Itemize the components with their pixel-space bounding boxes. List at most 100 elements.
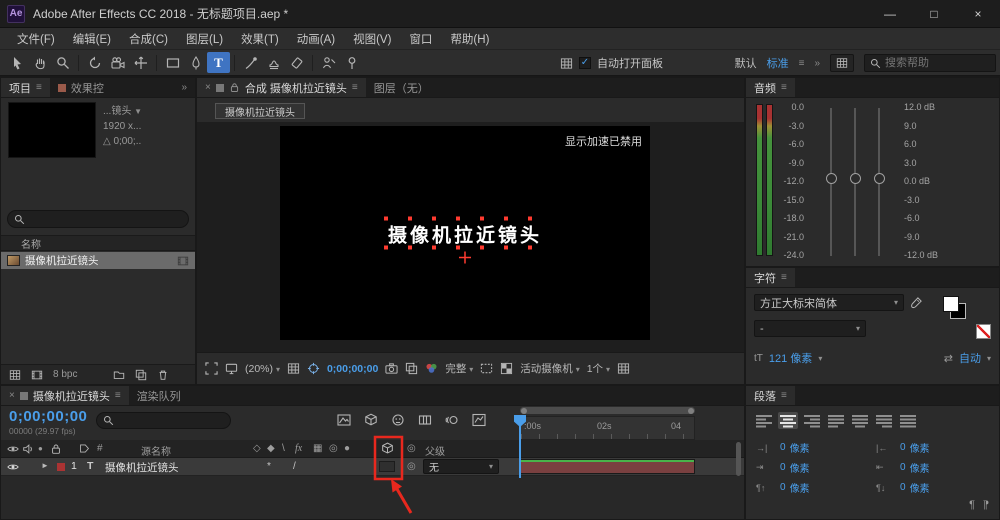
current-time-indicator-line[interactable] xyxy=(519,426,521,478)
region-of-interest-icon[interactable] xyxy=(480,362,493,375)
align-center-button[interactable] xyxy=(778,412,798,429)
tab-overflow[interactable]: » xyxy=(173,78,195,97)
tab-character[interactable]: 字符 ≡ xyxy=(746,268,795,287)
maximize-button[interactable]: □ xyxy=(912,0,956,28)
menu-edit[interactable]: 编辑(E) xyxy=(64,31,120,47)
justify-last-left-button[interactable] xyxy=(826,412,846,429)
zoom-level-dropdown[interactable]: (20%) ▾ xyxy=(245,363,280,375)
close-button[interactable]: × xyxy=(956,0,1000,28)
label-column-icon[interactable] xyxy=(79,443,90,454)
footage-preview-thumbnail[interactable] xyxy=(8,102,96,158)
eyedropper-icon[interactable] xyxy=(910,296,923,309)
panel-menu-icon[interactable]: ≡ xyxy=(352,82,358,93)
left-gain-knob[interactable] xyxy=(826,173,837,184)
layer-parent-pickwhip-icon[interactable]: ◎ xyxy=(407,461,416,472)
view-layout-dropdown[interactable]: 1个 ▾ xyxy=(587,361,610,376)
zoom-tool[interactable] xyxy=(51,52,74,73)
panel-menu-icon[interactable]: ≡ xyxy=(36,82,42,93)
puppet-pin-tool[interactable] xyxy=(340,52,363,73)
layer-duration-bar[interactable] xyxy=(520,459,695,474)
frame-blending-icon[interactable] xyxy=(418,413,432,427)
panel-menu-icon[interactable]: ≡ xyxy=(781,390,787,401)
first-line-indent-field[interactable]: ⇥ 0 像素 xyxy=(756,460,810,475)
eraser-tool[interactable] xyxy=(285,52,308,73)
parent-column-label[interactable]: 父级 xyxy=(425,443,445,458)
collapse-switch-icon[interactable]: ◆ xyxy=(267,443,275,454)
tab-render-queue[interactable]: 渲染队列 xyxy=(129,386,189,405)
layer-fx-switch[interactable]: / xyxy=(293,461,296,472)
close-tab-icon[interactable]: × xyxy=(9,390,15,401)
workspace-standard[interactable]: 标准 xyxy=(767,55,789,71)
project-search-input[interactable] xyxy=(29,211,182,227)
close-tab-icon[interactable]: × xyxy=(205,82,211,93)
fx-switch-icon[interactable]: fx xyxy=(295,443,302,454)
fill-color-swatch[interactable] xyxy=(943,296,959,312)
menu-view[interactable]: 视图(V) xyxy=(344,31,400,47)
indent-left-field[interactable]: →| 0 像素 xyxy=(756,440,810,455)
camera-tool[interactable] xyxy=(106,52,129,73)
layer-eye-icon[interactable] xyxy=(7,461,19,473)
no-stroke-swatch[interactable] xyxy=(976,324,991,339)
adjustment-switch-icon[interactable]: ● xyxy=(344,443,350,454)
comp-timecode[interactable]: 0;00;00;00 xyxy=(327,363,378,375)
current-timecode[interactable]: 0;00;00;00 xyxy=(9,408,87,425)
workspace-overflow-icon[interactable]: » xyxy=(814,58,820,69)
auto-open-checkbox[interactable]: ✓ xyxy=(579,57,591,69)
lock-icon[interactable] xyxy=(229,82,240,93)
caret-down-icon[interactable]: ▾ xyxy=(818,354,822,363)
quality-switch-icon[interactable]: \ xyxy=(282,443,285,454)
channels-icon[interactable] xyxy=(425,362,438,375)
transparency-grid-icon[interactable] xyxy=(500,362,513,375)
composition-viewer[interactable]: 显示加速已禁用 摄像机拉近镜头 xyxy=(197,122,744,352)
last-line-indent-field[interactable]: ⇤ 0 像素 xyxy=(876,460,930,475)
layer-quality-switch[interactable]: * xyxy=(267,461,271,472)
draft-3d-icon[interactable] xyxy=(364,413,378,427)
new-composition-icon[interactable] xyxy=(135,369,147,381)
menu-effect[interactable]: 效果(T) xyxy=(232,31,288,47)
3d-layer-column-icon[interactable] xyxy=(381,442,394,455)
text-selection-handles-bottom[interactable] xyxy=(383,245,547,250)
layer-expand-arrow[interactable]: ► xyxy=(41,461,49,470)
snapshot-icon[interactable] xyxy=(385,362,398,375)
help-search-input[interactable] xyxy=(885,57,990,69)
justify-last-center-button[interactable] xyxy=(850,412,870,429)
camera-view-dropdown[interactable]: 活动摄像机 ▾ xyxy=(520,361,579,376)
pen-tool[interactable] xyxy=(184,52,207,73)
time-ruler[interactable]: :00s 02s 04 xyxy=(520,416,695,440)
shape-tool[interactable] xyxy=(161,52,184,73)
frame-blend-switch-icon[interactable]: ▦ xyxy=(313,443,322,454)
fit-icon[interactable] xyxy=(205,362,218,375)
delete-icon[interactable] xyxy=(157,369,169,381)
tab-paragraph[interactable]: 段落 ≡ xyxy=(746,386,795,405)
layer-label-color[interactable] xyxy=(57,463,65,471)
minimize-button[interactable]: — xyxy=(868,0,912,28)
motion-blur-switch-icon[interactable]: ◎ xyxy=(329,443,338,454)
rtl-direction-icon[interactable]: ¶ xyxy=(983,499,989,511)
clone-stamp-tool[interactable] xyxy=(262,52,285,73)
space-after-field[interactable]: ¶↓ 0 像素 xyxy=(876,480,930,495)
align-left-button[interactable] xyxy=(754,412,774,429)
anchor-point-icon[interactable] xyxy=(458,251,471,264)
audio-column-icon[interactable] xyxy=(22,443,34,455)
tab-layer-viewer[interactable]: 图层（无） xyxy=(366,78,437,97)
comp-flowchart-icon[interactable] xyxy=(337,413,351,427)
source-name-column[interactable]: 源名称 xyxy=(141,443,171,458)
type-tool[interactable]: T xyxy=(207,52,230,73)
index-column-label[interactable]: # xyxy=(97,443,103,454)
project-item-row[interactable]: 摄像机拉近镜头 xyxy=(1,252,195,269)
menu-animation[interactable]: 动画(A) xyxy=(288,31,344,47)
motion-blur-icon[interactable] xyxy=(445,413,459,427)
rotation-tool[interactable] xyxy=(83,52,106,73)
indent-right-field[interactable]: |← 0 像素 xyxy=(876,440,930,455)
tab-effect-controls[interactable]: 效果控 xyxy=(50,78,112,97)
grid-guides-icon[interactable] xyxy=(287,362,300,375)
panel-menu-icon[interactable]: ≡ xyxy=(115,390,121,401)
brush-tool[interactable] xyxy=(239,52,262,73)
hide-shy-layers-icon[interactable] xyxy=(391,413,405,427)
master-gain-knob[interactable] xyxy=(850,173,861,184)
layer-3d-switch[interactable] xyxy=(379,461,395,472)
proxy-icon[interactable] xyxy=(31,369,43,381)
monitor-icon[interactable] xyxy=(225,362,238,375)
eye-column-icon[interactable] xyxy=(7,443,19,455)
text-selection-handles-top[interactable] xyxy=(383,216,547,221)
